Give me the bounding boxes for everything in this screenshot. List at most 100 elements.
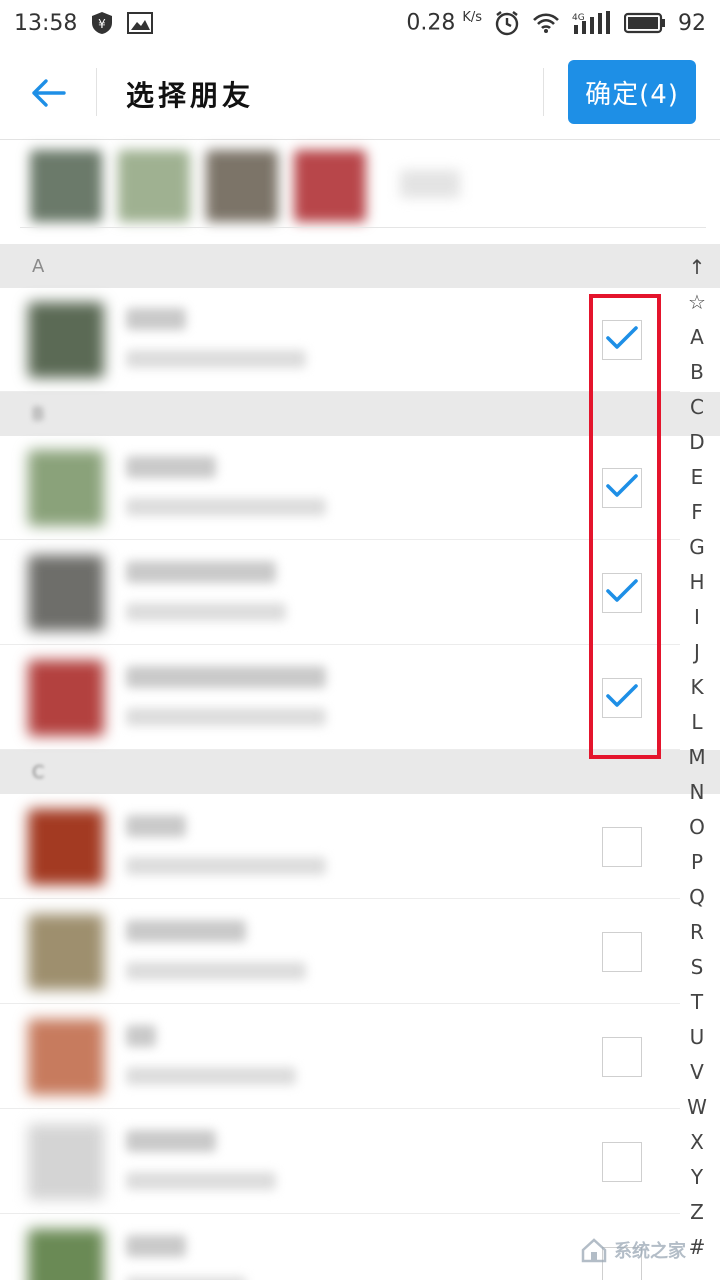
signal-4g-icon: 4G	[572, 11, 612, 35]
header-divider-right	[543, 68, 544, 116]
contact-name-blurred	[126, 561, 276, 583]
section-header-a: A	[0, 244, 720, 288]
index-letter[interactable]: U	[680, 1020, 714, 1055]
contact-name-blurred	[126, 666, 326, 688]
confirm-button[interactable]: 确定(4)	[568, 60, 696, 124]
checkmark-icon	[605, 324, 639, 356]
battery-level: 92	[678, 10, 706, 36]
index-letter[interactable]: I	[680, 600, 714, 635]
index-letter[interactable]: Z	[680, 1195, 714, 1230]
index-letter[interactable]: E	[680, 460, 714, 495]
contact-row[interactable]	[0, 1215, 680, 1280]
checkbox-checked[interactable]	[602, 320, 642, 360]
contact-row[interactable]	[0, 646, 680, 750]
checkbox-unchecked[interactable]	[602, 1142, 642, 1182]
status-time: 13:58	[14, 10, 78, 36]
index-letter[interactable]: K	[680, 670, 714, 705]
contact-row[interactable]	[0, 436, 680, 540]
contact-name-blurred	[126, 920, 246, 942]
index-letter[interactable]: S	[680, 950, 714, 985]
index-letter[interactable]: A	[680, 320, 714, 355]
contact-subtitle-blurred	[126, 962, 306, 980]
checkmark-icon	[605, 472, 639, 504]
alarm-icon	[494, 10, 520, 36]
index-letter[interactable]: R	[680, 915, 714, 950]
checkbox-unchecked[interactable]	[602, 827, 642, 867]
checkbox-checked[interactable]	[602, 678, 642, 718]
index-letter[interactable]: W	[680, 1090, 714, 1125]
index-letter[interactable]: B	[680, 355, 714, 390]
index-letter[interactable]: C	[680, 390, 714, 425]
index-letter[interactable]: G	[680, 530, 714, 565]
avatar	[28, 450, 104, 526]
index-letter[interactable]: V	[680, 1055, 714, 1090]
index-letter[interactable]: D	[680, 425, 714, 460]
house-logo-icon	[581, 1238, 607, 1263]
contact-row[interactable]	[0, 541, 680, 645]
checkbox-unchecked[interactable]	[602, 1037, 642, 1077]
arrow-left-icon	[32, 79, 66, 107]
battery-icon	[624, 12, 666, 34]
recent-contacts-strip	[0, 140, 720, 244]
contact-row[interactable]	[0, 1110, 680, 1214]
avatar	[28, 914, 104, 990]
contact-name-blurred	[126, 1025, 156, 1047]
contact-row[interactable]	[0, 1005, 680, 1109]
contact-subtitle-blurred	[126, 498, 326, 516]
contact-subtitle-blurred	[126, 1067, 296, 1085]
header-divider	[96, 68, 97, 116]
checkbox-unchecked[interactable]	[602, 932, 642, 972]
svg-text:¥: ¥	[99, 17, 107, 31]
back-button[interactable]	[22, 70, 74, 116]
contact-subtitle-blurred	[126, 857, 326, 875]
strip-divider	[20, 227, 706, 228]
contact-subtitle-blurred	[126, 350, 306, 368]
index-letter[interactable]: O	[680, 810, 714, 845]
index-letter[interactable]: J	[680, 635, 714, 670]
checkbox-checked[interactable]	[602, 468, 642, 508]
index-letter[interactable]: X	[680, 1125, 714, 1160]
index-letter[interactable]: N	[680, 775, 714, 810]
avatar	[28, 1229, 104, 1280]
contact-row[interactable]	[0, 900, 680, 1004]
section-header-c: C	[0, 750, 720, 794]
watermark: 系统之家	[580, 1228, 716, 1272]
contact-name-blurred	[126, 456, 216, 478]
contact-name-blurred	[126, 1130, 216, 1152]
image-icon	[127, 12, 154, 34]
recent-label-blurred	[400, 170, 460, 198]
contact-subtitle-blurred	[126, 708, 326, 726]
index-letter[interactable]: L	[680, 705, 714, 740]
avatar	[28, 555, 104, 631]
contact-subtitle-blurred	[126, 603, 286, 621]
alphabet-index-bar[interactable]: ↑ ☆ A B C D E F G H I J K L M N O P Q R S T U V W X Y Z #	[680, 250, 714, 1265]
index-letter[interactable]: Y	[680, 1160, 714, 1195]
contact-name-blurred	[126, 1235, 186, 1257]
contact-row[interactable]	[0, 288, 680, 392]
index-letter[interactable]: ☆	[680, 285, 714, 320]
index-letter[interactable]: P	[680, 845, 714, 880]
index-letter[interactable]: ↑	[680, 250, 714, 285]
index-letter[interactable]: F	[680, 495, 714, 530]
avatar	[28, 660, 104, 736]
section-letter-c: C	[32, 761, 45, 783]
wallet-shield-icon: ¥	[91, 11, 113, 35]
wifi-icon	[532, 12, 560, 34]
recent-avatar[interactable]	[206, 150, 278, 222]
recent-avatar[interactable]	[30, 150, 102, 222]
section-letter-b: B	[32, 403, 45, 425]
avatar	[28, 1019, 104, 1095]
checkmark-icon	[605, 682, 639, 714]
index-letter[interactable]: H	[680, 565, 714, 600]
contact-row[interactable]	[0, 795, 680, 899]
recent-avatar[interactable]	[118, 150, 190, 222]
index-letter[interactable]: Q	[680, 880, 714, 915]
checkbox-checked[interactable]	[602, 573, 642, 613]
avatar	[28, 302, 104, 378]
status-bar: 13:58 ¥ 0.28 K/s 4G 92	[0, 0, 720, 46]
recent-avatar[interactable]	[294, 150, 366, 222]
index-letter[interactable]: T	[680, 985, 714, 1020]
page-title: 选择朋友	[126, 79, 255, 112]
avatar	[28, 809, 104, 885]
index-letter[interactable]: M	[680, 740, 714, 775]
